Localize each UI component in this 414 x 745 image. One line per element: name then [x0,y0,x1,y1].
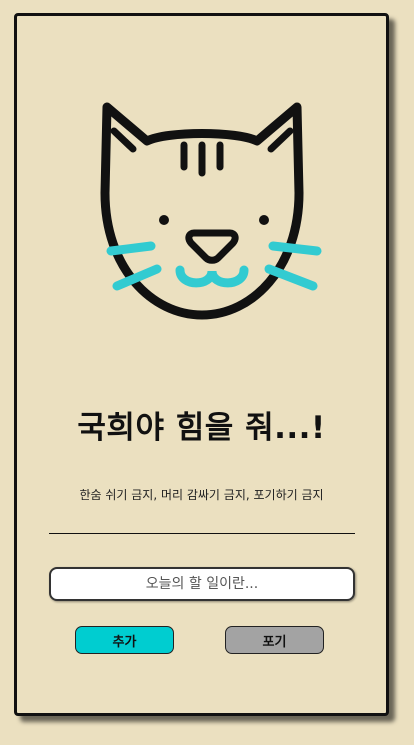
cat-eye-left [159,215,169,225]
cat-nose [185,229,239,264]
divider [49,533,355,534]
cat-inner-ear-right [267,127,294,153]
cat-eye-right [259,215,269,225]
add-button[interactable]: 추가 [75,626,174,654]
cat-mouth [175,265,249,288]
cat-inner-ear-left [110,127,137,153]
cat-face-icon [100,102,322,320]
cat-whisker [268,241,322,256]
give-up-button[interactable]: 포기 [225,626,324,654]
app-card: 국희야 힘을 줘...! 한숨 쉬기 금지, 머리 감싸기 금지, 포기하기 금… [14,13,389,716]
motto-text: 한숨 쉬기 금지, 머리 감싸기 금지, 포기하기 금지 [79,488,324,502]
todo-input[interactable] [49,567,355,601]
page-title: 국희야 힘을 줘...! [77,410,326,446]
cat-whisker [106,241,156,256]
